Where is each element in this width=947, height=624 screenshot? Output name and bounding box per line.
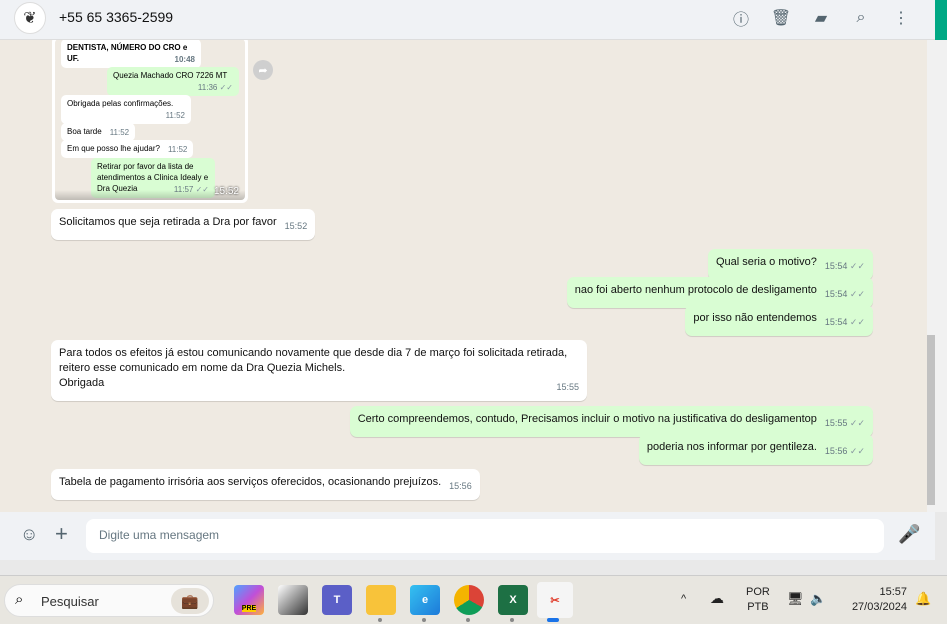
language-indicator[interactable]: POR PTB	[746, 585, 770, 615]
composer: ☺ + Digite uma mensagem 🎤	[0, 512, 935, 560]
img-msg-text: DENTISTA, NÚMERO DO CRO e UF.	[67, 43, 188, 63]
forward-icon[interactable]: ➦	[253, 60, 273, 80]
message-outgoing[interactable]: Qual seria o motivo? 15:54	[707, 249, 873, 280]
message-text: Para todos os efeitos já estou comunican…	[59, 347, 568, 359]
volume-icon[interactable]: 🔈	[810, 591, 826, 606]
img-msg-time: 11:36	[198, 82, 233, 93]
task-view-icon[interactable]	[278, 585, 308, 615]
message-time: 15:54	[825, 287, 865, 302]
menu-icon[interactable]: ⋮	[889, 6, 913, 30]
message-text: Tabela de pagamento irrisória aos serviç…	[59, 476, 442, 488]
message-text: Qual seria o motivo?	[715, 256, 817, 268]
running-indicator	[510, 618, 514, 622]
taskbar: ⌕ Pesquisar 💼 PRE T e X ✂ ^ ☁ POR PTB 🖥 🔈…	[0, 575, 947, 624]
clock[interactable]: 15:57 27/03/2024	[843, 585, 907, 615]
image-time: 15:52	[213, 186, 239, 197]
img-msg: DENTISTA, NÚMERO DO CRO e UF. 10:48	[61, 40, 201, 68]
search-placeholder: Pesquisar	[41, 594, 99, 609]
edge-icon[interactable]: e	[410, 585, 440, 615]
contact-phone[interactable]: +55 65 3365-2599	[59, 9, 173, 25]
plus-icon[interactable]: +	[55, 521, 68, 547]
img-msg-text: Boa tarde	[67, 127, 102, 136]
message-text: Solicitamos que seja retirada a Dra por …	[59, 216, 277, 228]
scrollbar-thumb[interactable]	[927, 335, 935, 505]
running-indicator	[422, 618, 426, 622]
message-outgoing[interactable]: nao foi aberto nenhum protocolo de desli…	[566, 277, 873, 308]
message-text: Certo compreendemos, contudo, Precisamos…	[357, 413, 817, 425]
chevron-up-icon[interactable]: ^	[681, 592, 686, 607]
running-indicator	[378, 618, 382, 622]
message-time: 15:52	[284, 221, 308, 231]
lang-line: POR	[746, 586, 770, 598]
img-msg-text: Obrigada pelas confirmações.	[67, 99, 174, 108]
briefcase-icon: 💼	[171, 588, 209, 614]
copilot-icon[interactable]: PRE	[234, 585, 264, 615]
contact-avatar[interactable]: ❦	[14, 2, 46, 34]
img-msg-text: Quezia Machado CRO 7226 MT	[113, 71, 228, 80]
message-time: 15:56	[825, 444, 865, 459]
trash-icon[interactable]: 🗑	[769, 6, 793, 30]
message-outgoing[interactable]: poderia nos informar por gentileza. 15:56	[638, 434, 873, 465]
network-icon[interactable]: 🖥	[787, 591, 804, 606]
img-msg-time: 11:52	[167, 145, 188, 154]
img-msg: Quezia Machado CRO 7226 MT 11:36	[107, 67, 239, 96]
img-msg-time: 11:52	[165, 111, 185, 120]
message-text: Obrigada	[59, 377, 105, 389]
message-time: 15:56	[449, 481, 472, 491]
message-time: 15:54	[825, 315, 865, 330]
img-msg: Obrigada pelas confirmações. 11:52	[61, 95, 191, 124]
image-message[interactable]: DENTISTA, NÚMERO DO CRO e UF. 10:48 Quezi…	[52, 40, 248, 203]
file-explorer-icon[interactable]	[366, 585, 396, 615]
running-indicator	[466, 618, 470, 622]
notification-bell-icon[interactable]: 🔔	[915, 591, 931, 606]
chrome-icon[interactable]	[454, 585, 484, 615]
message-text: poderia nos informar por gentileza.	[646, 441, 817, 453]
chat-header: ❦ +55 65 3365-2599 ⓘ 🗑 ▰ ⌕ ⋮	[0, 0, 935, 40]
message-outgoing[interactable]: Certo compreendemos, contudo, Precisamos…	[349, 406, 873, 437]
message-text: nao foi aberto nenhum protocolo de desli…	[574, 284, 817, 296]
message-text: reitero esse comunicado em nome da Dra Q…	[59, 362, 346, 374]
message-time: 15:55	[556, 382, 579, 392]
cloud-offline-icon[interactable]: ☁	[710, 591, 724, 606]
label-icon[interactable]: ▰	[809, 6, 833, 30]
lang-line: PTB	[747, 601, 769, 613]
clock-time: 15:57	[879, 586, 907, 598]
message-outgoing[interactable]: por isso não entendemos 15:54	[685, 305, 873, 336]
search-icon[interactable]: ⌕	[849, 6, 873, 30]
message-text: por isso não entendemos	[693, 312, 817, 324]
message-time: 15:55	[825, 416, 865, 431]
img-msg: Em que posso lhe ajudar? 11:52	[61, 140, 194, 158]
microphone-icon[interactable]: 🎤	[898, 524, 920, 545]
message-time: 15:54	[825, 259, 865, 274]
img-msg-text: Em que posso lhe ajudar?	[67, 144, 160, 153]
info-icon[interactable]: ⓘ	[729, 6, 753, 30]
active-indicator	[547, 618, 559, 622]
img-msg-time: 11:52	[109, 128, 130, 137]
clock-date: 27/03/2024	[851, 601, 907, 613]
pre-badge: PRE	[241, 604, 257, 612]
search-icon: ⌕	[15, 591, 24, 608]
emoji-icon[interactable]: ☺	[20, 524, 38, 545]
img-msg: Boa tarde 11:52	[61, 123, 136, 141]
message-input[interactable]: Digite uma mensagem	[86, 519, 884, 553]
chat-area: DENTISTA, NÚMERO DO CRO e UF. 10:48 Quezi…	[0, 40, 927, 512]
teams-icon[interactable]: T	[322, 585, 352, 615]
img-msg-time: 10:48	[174, 55, 195, 64]
excel-icon[interactable]: X	[498, 585, 528, 615]
message-incoming[interactable]: Para todos os efeitos já estou comunican…	[51, 340, 587, 401]
taskbar-search[interactable]: ⌕ Pesquisar 💼	[4, 584, 214, 617]
snipping-tool-icon[interactable]: ✂	[537, 582, 573, 618]
message-incoming[interactable]: Solicitamos que seja retirada a Dra por …	[51, 209, 316, 240]
message-incoming[interactable]: Tabela de pagamento irrisória aos serviç…	[51, 469, 480, 500]
